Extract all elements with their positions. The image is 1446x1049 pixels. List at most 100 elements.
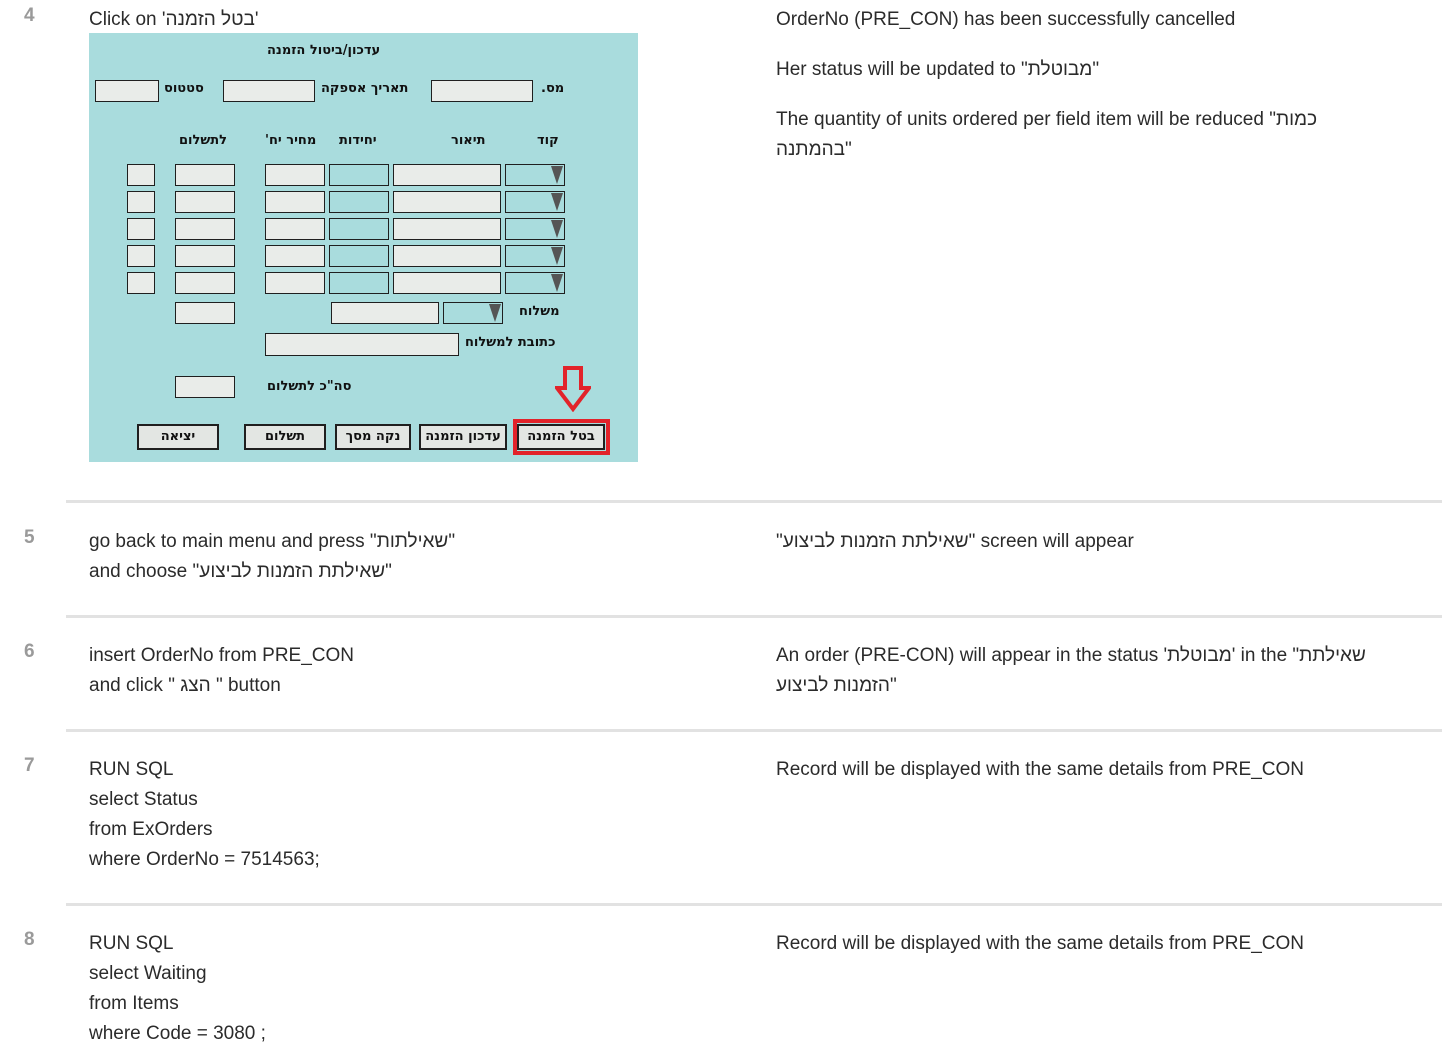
code-dropdown[interactable] [505,218,565,240]
to-pay-field[interactable] [175,191,235,213]
column-code: קוד [537,133,559,148]
shipping-cost-field[interactable] [331,302,439,324]
row-checkbox[interactable] [127,218,155,240]
action-line: go back to main menu and press "שאילתות" [89,531,456,552]
action-line: RUN SQL [89,759,174,780]
clear-screen-button[interactable]: נקה מסך [335,424,411,450]
action-line: insert OrderNo from PRE_CON [89,645,355,666]
shipping-address-label: כתובת למשלוח [465,335,556,350]
expected-line: Record will be displayed with the same d… [776,759,1304,780]
units-field[interactable] [329,245,389,267]
step-action: RUN SQL select Status from ExOrders wher… [89,755,709,875]
dropdown-arrow-icon [551,220,563,238]
action-line: where Code = 3080 ; [89,1023,266,1044]
step-number: 6 [24,641,35,662]
step-expected: Record will be displayed with the same d… [776,929,1426,959]
expected-line: Her status will be updated to "מבוטלת" [776,59,1100,80]
action-line: Click on 'בטל הזמנה' [89,9,259,30]
expected-line: Record will be displayed with the same d… [776,933,1304,954]
step-expected: Record will be displayed with the same d… [776,755,1426,785]
units-field[interactable] [329,218,389,240]
description-field[interactable] [393,245,501,267]
expected-line: OrderNo (PRE_CON) has been successfully … [776,9,1236,30]
code-dropdown[interactable] [505,164,565,186]
action-line: from ExOrders [89,819,213,840]
to-pay-field[interactable] [175,218,235,240]
order-no-field[interactable] [431,80,533,102]
column-description: תיאור [451,133,486,148]
row-divider [66,615,1442,618]
shipping-address-field[interactable] [265,333,459,356]
row-checkbox[interactable] [127,191,155,213]
action-line: where OrderNo = 7514563; [89,849,320,870]
step-expected: "שאילתת הזמנות לביצוע" screen will appea… [776,527,1426,557]
dropdown-arrow-icon [551,166,563,184]
code-dropdown[interactable] [505,245,565,267]
dropdown-arrow-icon [551,193,563,211]
supply-date-label: תאריך אספקה [321,81,409,96]
step-action: insert OrderNo from PRE_CON and click " … [89,641,709,701]
units-field[interactable] [329,191,389,213]
exit-button[interactable]: יציאה [137,424,219,450]
code-dropdown[interactable] [505,272,565,294]
column-units: יחידות [339,133,377,148]
row-checkbox[interactable] [127,245,155,267]
unit-price-field[interactable] [265,164,325,186]
description-field[interactable] [393,218,501,240]
unit-price-field[interactable] [265,191,325,213]
action-line: select Waiting [89,963,207,984]
unit-price-field[interactable] [265,272,325,294]
expected-line: An order (PRE-CON) will appear in the st… [776,645,1366,696]
order-no-label: מס. [541,81,565,96]
action-line: and choose "שאילתת הזמנות לביצוע" [89,561,392,582]
units-field[interactable] [329,272,389,294]
status-label: סטטוס [164,81,204,96]
unit-price-field[interactable] [265,218,325,240]
step-action: go back to main menu and press "שאילתות"… [89,527,709,587]
to-pay-field[interactable] [175,164,235,186]
step-expected: An order (PRE-CON) will appear in the st… [776,641,1416,701]
column-to-pay: לתשלום [179,133,227,148]
dropdown-arrow-icon [551,274,563,292]
step-number: 4 [24,5,35,26]
action-line: and click " הצג " button [89,675,281,696]
step-number: 5 [24,527,35,548]
shipping-dropdown[interactable] [443,302,503,324]
step-expected: OrderNo (PRE_CON) has been successfully … [776,5,1426,185]
total-label: סה"כ לתשלום [267,379,352,394]
to-pay-field[interactable] [175,245,235,267]
expected-line: "שאילתת הזמנות לביצוע" screen will appea… [776,531,1134,552]
cancel-order-button[interactable]: בטל הזמנה [517,424,605,450]
order-update-form-screenshot: עדכון/ביטול הזמנה מס. תאריך אספקה סטטוס … [89,33,638,462]
status-field[interactable] [95,80,159,102]
row-checkbox[interactable] [127,164,155,186]
row-divider [66,729,1442,732]
supply-date-field[interactable] [223,80,315,102]
row-divider [66,903,1442,906]
shipping-to-pay-field[interactable] [175,302,235,324]
step-number: 8 [24,929,35,950]
action-line: select Status [89,789,198,810]
update-order-button[interactable]: עדכון הזמנה [419,424,507,450]
description-field[interactable] [393,191,501,213]
step-action: RUN SQL select Waiting from Items where … [89,929,709,1049]
code-dropdown[interactable] [505,191,565,213]
unit-price-field[interactable] [265,245,325,267]
description-field[interactable] [393,164,501,186]
payment-button[interactable]: תשלום [244,424,326,450]
form-title: עדכון/ביטול הזמנה [267,43,381,58]
action-line: from Items [89,993,179,1014]
step-number: 7 [24,755,35,776]
total-field[interactable] [175,376,235,398]
action-line: RUN SQL [89,933,174,954]
description-field[interactable] [393,272,501,294]
units-field[interactable] [329,164,389,186]
to-pay-field[interactable] [175,272,235,294]
dropdown-arrow-icon [551,247,563,265]
expected-line: The quantity of units ordered per field … [776,109,1318,160]
dropdown-arrow-icon [489,304,501,322]
row-checkbox[interactable] [127,272,155,294]
shipping-label: משלוח [519,304,560,319]
row-divider [66,500,1442,503]
step-action: Click on 'בטל הזמנה' [89,5,709,35]
